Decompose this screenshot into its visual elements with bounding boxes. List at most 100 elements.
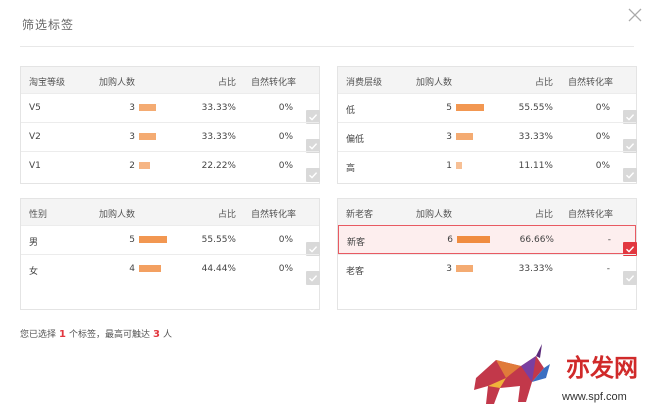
row-label: V5	[29, 103, 41, 113]
table-row[interactable]: 偏低 3 33.33% 0%	[338, 122, 636, 151]
panel-consumption-level: 消费层级 加购人数 占比 自然转化率 低 5 55.55% 0% 偏低 3 33.33% 0%…	[337, 66, 637, 184]
row-count: 3	[129, 132, 135, 142]
share-bar	[456, 133, 473, 140]
header-count: 加购人数	[99, 210, 136, 220]
checkbox[interactable]	[623, 168, 637, 182]
row-conversion: -	[606, 264, 610, 274]
share-bar	[139, 236, 167, 243]
header-count: 加购人数	[99, 78, 136, 88]
row-conversion: 0%	[595, 103, 610, 113]
summary-middle: 个标签，最高可触达	[68, 330, 150, 340]
row-count: 3	[129, 103, 135, 113]
row-label: 男	[29, 238, 39, 248]
summary-suffix: 人	[162, 330, 172, 340]
row-share: 33.33%	[201, 132, 236, 142]
row-share: 11.11%	[518, 161, 553, 171]
table-row[interactable]: V5 3 33.33% 0%	[21, 93, 319, 122]
row-label: 低	[346, 106, 356, 116]
row-count: 4	[129, 264, 135, 274]
site-watermark-logo: 亦发网 www.spf.com	[466, 338, 654, 410]
row-conversion: 0%	[278, 103, 293, 113]
check-icon	[309, 275, 318, 282]
share-bar	[139, 265, 161, 272]
header-count: 加购人数	[416, 78, 453, 88]
header-divider	[20, 46, 634, 47]
checkbox[interactable]	[623, 271, 637, 285]
row-share: 22.22%	[201, 161, 236, 171]
row-share: 66.66%	[519, 235, 554, 245]
header-dimension: 性别	[29, 210, 48, 220]
table-row[interactable]: 老客 3 33.33% -	[338, 254, 636, 283]
row-label: V1	[29, 161, 41, 171]
row-count: 2	[129, 161, 135, 171]
row-count: 5	[446, 103, 452, 113]
summary-prefix: 您已选择	[20, 330, 57, 340]
panel-new-old-customer: 新老客 加购人数 占比 自然转化率 新客 6 66.66% - 老客 3 33.33% -	[337, 198, 637, 310]
row-count: 3	[446, 132, 452, 142]
panel-header: 性别 加购人数 占比 自然转化率	[21, 199, 319, 225]
share-bar	[456, 162, 462, 169]
selected-tag-count: 1	[59, 329, 66, 340]
table-row[interactable]: 新客 6 66.66% -	[338, 225, 636, 254]
row-conversion: 0%	[595, 132, 610, 142]
dialog-title: 筛选标签	[22, 18, 75, 32]
table-row[interactable]: 高 1 11.11% 0%	[338, 151, 636, 180]
header-conversion: 自然转化率	[251, 78, 297, 88]
row-label: 新客	[347, 238, 366, 248]
watermark-text: 亦发网	[566, 353, 638, 382]
header-conversion: 自然转化率	[251, 210, 297, 220]
row-conversion: 0%	[595, 161, 610, 171]
watermark-url: www.spf.com	[561, 391, 627, 403]
header-share: 占比	[534, 210, 553, 220]
row-conversion: 0%	[278, 235, 293, 245]
selection-summary: 您已选择 1 个标签，最高可触达 3 人	[20, 327, 172, 340]
header-conversion: 自然转化率	[568, 78, 614, 88]
checkbox[interactable]	[306, 271, 320, 285]
check-icon	[626, 172, 635, 179]
share-bar	[139, 133, 156, 140]
panel-taobao-level: 淘宝等级 加购人数 占比 自然转化率 V5 3 33.33% 0% V2 3 33.33% 0…	[20, 66, 320, 184]
header-share: 占比	[534, 78, 553, 88]
row-conversion: 0%	[278, 132, 293, 142]
row-conversion: 0%	[278, 264, 293, 274]
header-dimension: 新老客	[346, 210, 374, 220]
row-label: 老客	[346, 267, 365, 277]
row-share: 33.33%	[518, 264, 553, 274]
row-count: 6	[447, 235, 453, 245]
header-share: 占比	[217, 210, 236, 220]
table-row[interactable]: 低 5 55.55% 0%	[338, 93, 636, 122]
table-row[interactable]: 男 5 55.55% 0%	[21, 225, 319, 254]
row-share: 55.55%	[518, 103, 553, 113]
header-dimension: 淘宝等级	[29, 78, 66, 88]
row-conversion: -	[607, 235, 611, 245]
row-label: V2	[29, 132, 41, 142]
row-share: 33.33%	[201, 103, 236, 113]
row-conversion: 0%	[278, 161, 293, 171]
close-icon[interactable]	[624, 4, 646, 26]
check-icon	[626, 275, 635, 282]
row-share: 44.44%	[201, 264, 236, 274]
row-label: 女	[29, 267, 39, 277]
row-count: 5	[129, 235, 135, 245]
dialog-header: 筛选标签	[0, 0, 654, 46]
panel-header: 消费层级 加购人数 占比 自然转化率	[338, 67, 636, 93]
share-bar	[139, 162, 150, 169]
share-bar	[456, 104, 484, 111]
checkbox[interactable]	[306, 168, 320, 182]
row-share: 55.55%	[201, 235, 236, 245]
header-conversion: 自然转化率	[568, 210, 614, 220]
table-row[interactable]: V1 2 22.22% 0%	[21, 151, 319, 180]
share-bar	[456, 265, 473, 272]
check-icon	[309, 172, 318, 179]
row-count: 3	[446, 264, 452, 274]
header-count: 加购人数	[416, 210, 453, 220]
panel-gender: 性别 加购人数 占比 自然转化率 男 5 55.55% 0% 女 4 44.44% 0%	[20, 198, 320, 310]
row-share: 33.33%	[518, 132, 553, 142]
panel-header: 淘宝等级 加购人数 占比 自然转化率	[21, 67, 319, 93]
reach-count: 3	[153, 329, 160, 340]
table-row[interactable]: 女 4 44.44% 0%	[21, 254, 319, 283]
table-row[interactable]: V2 3 33.33% 0%	[21, 122, 319, 151]
row-label: 偏低	[346, 135, 365, 145]
header-dimension: 消费层级	[346, 78, 383, 88]
share-bar	[139, 104, 156, 111]
